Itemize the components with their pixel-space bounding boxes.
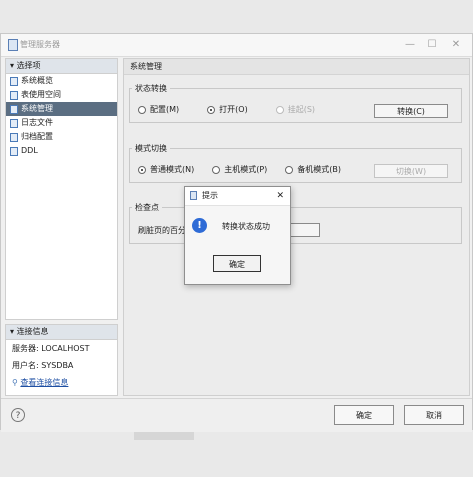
- sidebar-item-overview[interactable]: 系统概览: [6, 74, 117, 88]
- radio-icon: [212, 165, 221, 174]
- user-info: 用户名: SYSDBA: [12, 361, 74, 370]
- sidebar-item-ddl[interactable]: DDL: [6, 144, 117, 158]
- sidebar-item-archive-config[interactable]: 归档配置: [6, 130, 117, 144]
- mode-group: 模式切换 普通模式(N) 主机模式(P) 备机模式(B) 切换(W): [129, 143, 462, 183]
- checkpoint-group: 检查点 刷脏页的百分比: [129, 202, 462, 244]
- page-title: 系统管理: [124, 59, 469, 75]
- app-icon: [8, 39, 18, 51]
- open-radio[interactable]: 打开(O): [207, 104, 248, 115]
- standby-mode-label: 备机模式(B): [297, 165, 342, 174]
- convert-button[interactable]: 转换(C): [374, 104, 448, 118]
- nav-header-label: 选择项: [16, 61, 41, 70]
- checkpoint-button[interactable]: [290, 223, 320, 237]
- mode-group-legend: 模式切换: [135, 144, 167, 153]
- dialog-message: 转换状态成功: [222, 222, 270, 231]
- sidebar-item-table-space[interactable]: 表使用空间: [6, 88, 117, 102]
- bottom-bar: ? 确定 取消: [1, 398, 472, 432]
- minimize-icon[interactable]: —: [400, 37, 420, 53]
- sidebar-item-label: 表使用空间: [21, 90, 61, 99]
- primary-mode-label: 主机模式(P): [224, 165, 268, 174]
- config-radio[interactable]: 配置(M): [138, 104, 179, 115]
- dialog-app-icon: [190, 191, 197, 200]
- sidebar: ▾ 选择项 系统概览 表使用空间 系统管理 日志文件 归档配置 DDL ▾ 连接…: [5, 58, 118, 396]
- connection-panel: ▾ 连接信息 服务器: LOCALHOST 用户名: SYSDBA ⚲ 查看连接…: [5, 324, 118, 396]
- checkpoint-legend: 检查点: [135, 203, 159, 212]
- dialog-close-icon[interactable]: ✕: [276, 187, 284, 205]
- state-group-legend: 状态转换: [135, 84, 167, 93]
- page-icon: [10, 118, 18, 128]
- maximize-icon[interactable]: ☐: [422, 37, 442, 53]
- nav-header: ▾ 选择项: [6, 59, 117, 74]
- sidebar-item-label: 系统概览: [21, 76, 53, 85]
- open-radio-label: 打开(O): [219, 105, 248, 114]
- view-connection-row: ⚲ 查看连接信息: [6, 374, 117, 391]
- ok-button[interactable]: 确定: [334, 405, 394, 425]
- sidebar-item-log-files[interactable]: 日志文件: [6, 116, 117, 130]
- close-icon[interactable]: ✕: [446, 37, 466, 53]
- title-bar: 管理服务器 — ☐ ✕: [1, 34, 472, 57]
- page-icon: [10, 76, 18, 86]
- radio-icon: [275, 105, 284, 114]
- state-group: 状态转换 配置(M) 打开(O) 挂起(S) 转换(C): [129, 83, 462, 123]
- config-radio-label: 配置(M): [150, 105, 180, 114]
- connection-icon: ⚲: [12, 378, 18, 387]
- normal-mode-label: 普通模式(N): [150, 165, 195, 174]
- dialog-title: 提示: [202, 191, 218, 200]
- dialog-title-bar: 提示 ✕: [185, 187, 290, 206]
- nav-panel: ▾ 选择项 系统概览 表使用空间 系统管理 日志文件 归档配置 DDL: [5, 58, 118, 320]
- connection-header: ▾ 连接信息: [6, 325, 117, 340]
- radio-icon: [207, 105, 216, 114]
- info-icon: !: [192, 218, 207, 233]
- sidebar-item-label: 日志文件: [21, 118, 53, 127]
- sidebar-item-system-management[interactable]: 系统管理: [6, 102, 117, 116]
- standby-mode-radio[interactable]: 备机模式(B): [285, 164, 341, 175]
- radio-icon: [285, 165, 294, 174]
- sidebar-item-label: 系统管理: [21, 104, 53, 113]
- radio-icon: [138, 105, 146, 114]
- sidebar-item-label: DDL: [21, 146, 38, 155]
- info-dialog: 提示 ✕ ! 转换状态成功 确定: [184, 186, 291, 285]
- view-connection-link[interactable]: 查看连接信息: [20, 378, 68, 387]
- background-window-strip: [134, 432, 194, 440]
- primary-mode-radio[interactable]: 主机模式(P): [212, 164, 267, 175]
- sidebar-item-label: 归档配置: [21, 132, 53, 141]
- connection-header-label: 连接信息: [16, 327, 49, 336]
- main-panel: 系统管理 状态转换 配置(M) 打开(O) 挂起(S) 转换(C) 模式切换 普…: [123, 58, 470, 396]
- page-icon: [10, 90, 18, 100]
- window-title: 管理服务器: [20, 40, 60, 49]
- switch-button: 切换(W): [374, 164, 448, 178]
- page-icon: [10, 104, 18, 114]
- normal-mode-radio[interactable]: 普通模式(N): [138, 164, 194, 175]
- radio-icon: [138, 165, 146, 174]
- page-icon: [10, 132, 18, 142]
- help-icon[interactable]: ?: [11, 408, 25, 422]
- suspend-radio: 挂起(S): [275, 104, 316, 115]
- dialog-ok-button[interactable]: 确定: [213, 255, 261, 272]
- suspend-radio-label: 挂起(S): [287, 105, 316, 114]
- cancel-button[interactable]: 取消: [404, 405, 464, 425]
- server-info: 服务器: LOCALHOST: [12, 344, 90, 353]
- page-icon: [10, 146, 18, 156]
